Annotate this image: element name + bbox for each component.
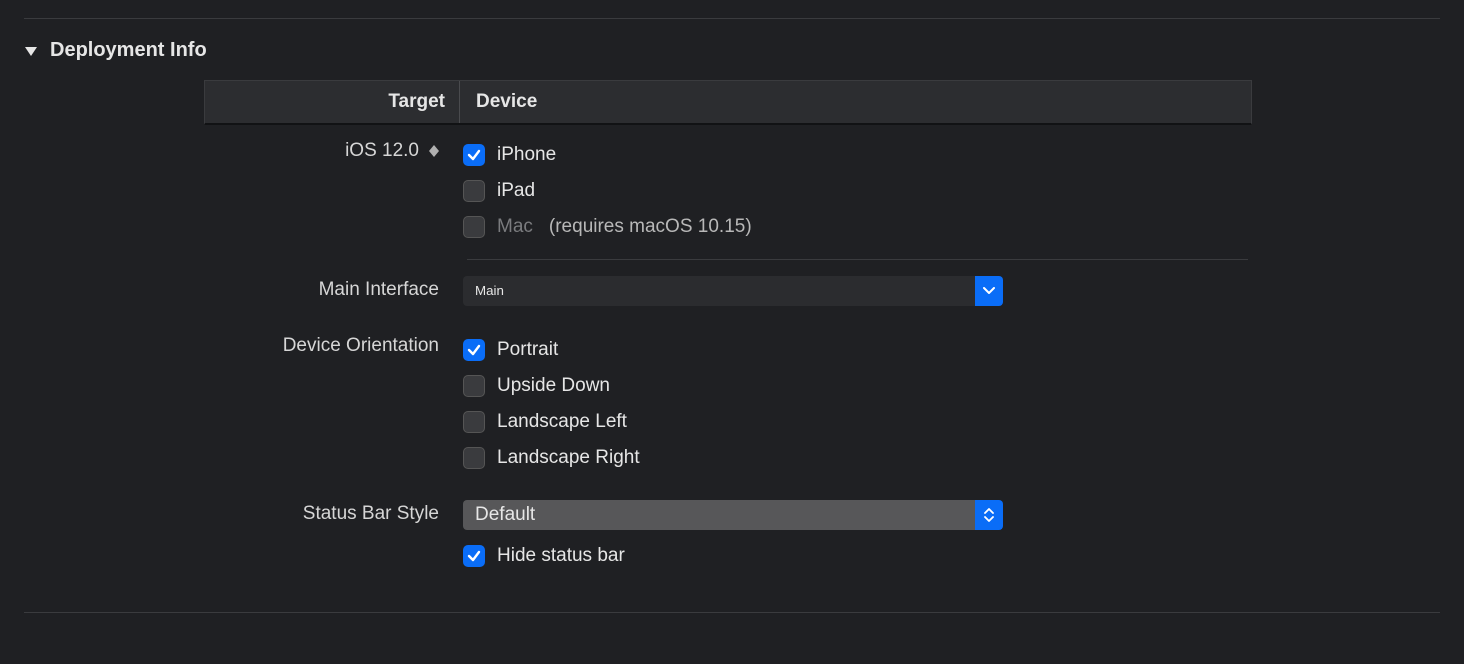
status-bar-row: Status Bar Style Default Hide status bar — [204, 476, 1252, 574]
up-down-chevron-icon[interactable] — [975, 500, 1003, 530]
device-iphone-row: iPhone — [463, 137, 1252, 173]
header-device: Device — [460, 81, 1251, 123]
orientation-right-row: Landscape Right — [463, 440, 1252, 476]
disclosure-triangle-icon[interactable] — [24, 44, 38, 58]
device-ipad-row: iPad — [463, 173, 1252, 209]
status-bar-value: Default — [463, 500, 975, 530]
orientation-left-label: Landscape Left — [497, 404, 627, 440]
device-mac-row: Mac (requires macOS 10.15) — [463, 209, 1252, 245]
chevron-down-icon[interactable] — [975, 276, 1003, 306]
bottom-divider — [24, 612, 1440, 613]
orientation-upside-label: Upside Down — [497, 368, 610, 404]
section-title: Deployment Info — [50, 39, 207, 62]
section-header[interactable]: Deployment Info — [24, 39, 1440, 62]
main-interface-label: Main Interface — [319, 276, 439, 304]
orientation-portrait-label: Portrait — [497, 332, 558, 368]
deployment-info-section: Deployment Info Target Device iOS 12.0 — [0, 19, 1464, 586]
header-target: Target — [205, 81, 460, 123]
row-divider — [467, 259, 1248, 260]
hide-status-bar-label: Hide status bar — [497, 538, 625, 574]
mac-checkbox[interactable] — [463, 216, 485, 238]
device-mac-label: Mac — [497, 209, 533, 245]
orientation-portrait-row: Portrait — [463, 332, 1252, 368]
portrait-checkbox[interactable] — [463, 339, 485, 361]
device-mac-note: (requires macOS 10.15) — [549, 209, 752, 245]
orientation-right-label: Landscape Right — [497, 440, 640, 476]
status-bar-select[interactable]: Default — [463, 500, 1003, 530]
target-stepper-icon[interactable] — [429, 145, 439, 157]
device-table-header: Target Device — [204, 80, 1252, 125]
orientation-left-row: Landscape Left — [463, 404, 1252, 440]
landscape-right-checkbox[interactable] — [463, 447, 485, 469]
device-iphone-label: iPhone — [497, 137, 556, 173]
landscape-left-checkbox[interactable] — [463, 411, 485, 433]
upside-down-checkbox[interactable] — [463, 375, 485, 397]
device-ipad-label: iPad — [497, 173, 535, 209]
status-bar-label: Status Bar Style — [303, 500, 439, 528]
hide-status-bar-checkbox[interactable] — [463, 545, 485, 567]
target-row: iOS 12.0 iPhone iPad — [204, 125, 1252, 264]
ipad-checkbox[interactable] — [463, 180, 485, 202]
orientation-upside-row: Upside Down — [463, 368, 1252, 404]
orientation-row: Device Orientation Portrait Upside Down — [204, 306, 1252, 476]
main-interface-row: Main Interface — [204, 264, 1252, 306]
orientation-label: Device Orientation — [283, 332, 439, 360]
main-interface-input[interactable] — [463, 276, 975, 306]
target-value-label: iOS 12.0 — [345, 137, 419, 165]
iphone-checkbox[interactable] — [463, 144, 485, 166]
main-interface-combobox[interactable] — [463, 276, 1003, 306]
deployment-panel: Target Device iOS 12.0 iPhone — [204, 80, 1252, 574]
hide-status-bar-row: Hide status bar — [463, 538, 1252, 574]
